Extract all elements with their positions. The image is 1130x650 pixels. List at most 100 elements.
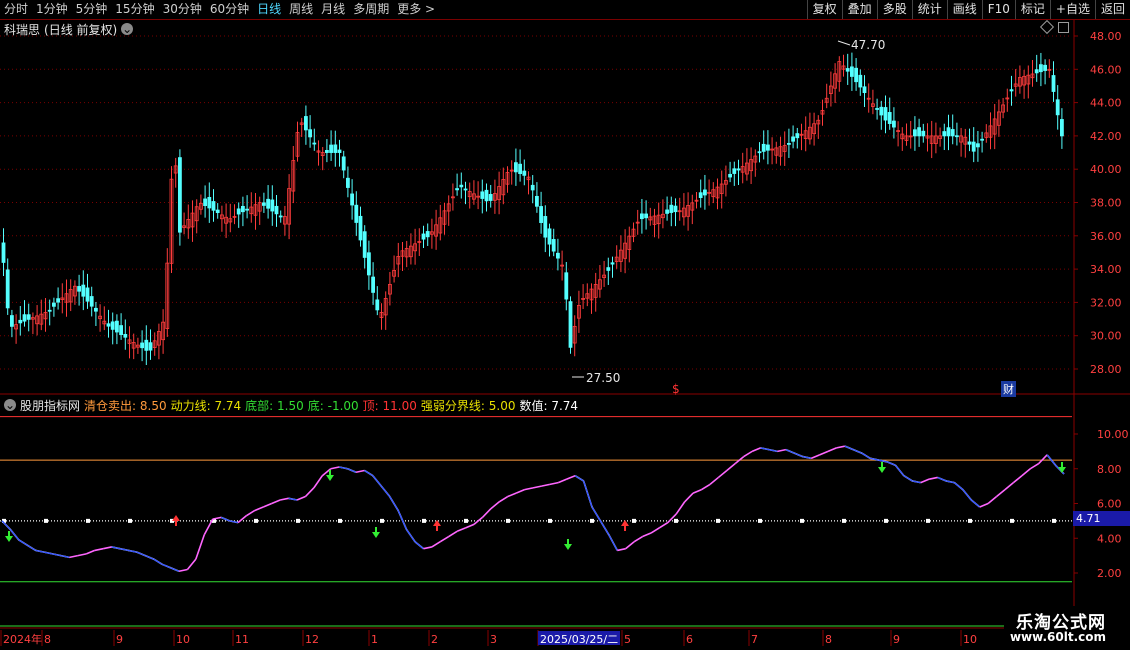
candle [308, 115, 313, 148]
finance-marker[interactable]: 财 [1001, 381, 1016, 397]
indicator-segment [692, 488, 702, 494]
candle [824, 83, 829, 109]
candle [803, 116, 808, 152]
candle [988, 112, 993, 150]
candle [404, 240, 409, 268]
threshold-dot [1052, 518, 1056, 523]
candle [362, 225, 367, 269]
candle [728, 161, 732, 183]
indicator-segment [549, 481, 559, 486]
threshold-dot [716, 518, 720, 523]
indicator-segment-down [128, 549, 137, 553]
candle [640, 198, 644, 234]
candle [261, 192, 266, 213]
indicator-segment-down [372, 475, 382, 487]
candle [198, 194, 203, 215]
candle [177, 149, 182, 246]
candle [152, 332, 157, 356]
candle [463, 181, 468, 205]
indicator-segment [271, 499, 281, 505]
candle [808, 112, 812, 145]
candle [484, 183, 489, 212]
candle [547, 223, 552, 257]
candle [509, 160, 514, 185]
candle [732, 161, 737, 186]
candle [89, 286, 94, 317]
indicator-segment-down [389, 496, 399, 511]
candle [774, 141, 779, 164]
indicator-segment-down [44, 551, 53, 555]
candle [694, 192, 699, 209]
indicator-segment [212, 516, 222, 520]
candle [471, 180, 476, 205]
candle [455, 173, 460, 196]
indicator-segment [439, 535, 450, 543]
threshold-dot [464, 518, 468, 523]
candle [761, 130, 766, 160]
candle [938, 127, 942, 147]
candle [73, 280, 77, 305]
indicator-segment [254, 506, 264, 512]
threshold-dot [380, 518, 384, 523]
candle [871, 89, 875, 115]
candle [47, 299, 52, 326]
candle [686, 192, 690, 231]
candle [408, 233, 413, 265]
candle [379, 303, 384, 330]
threshold-dot [548, 518, 552, 523]
candle [476, 181, 481, 210]
candle [921, 123, 926, 143]
indicator-segment [751, 447, 761, 453]
indicator-segment-down [339, 466, 348, 470]
indicator-segment [524, 487, 534, 491]
candle [135, 337, 140, 354]
candle [387, 271, 392, 306]
indicator-segment [178, 568, 188, 573]
candle [144, 325, 149, 366]
candle [992, 103, 997, 150]
indicator-segment [726, 462, 736, 472]
indicator-segment-down [170, 567, 180, 572]
candle [997, 99, 1001, 137]
threshold-dot [296, 518, 300, 523]
candle [60, 283, 65, 314]
candle [375, 286, 380, 316]
candle [837, 56, 842, 92]
threshold-dot [590, 518, 594, 523]
chart-canvas[interactable]: 48.0046.0044.0042.0040.0038.0036.0034.00… [0, 0, 1130, 650]
date-label-14: 9 [893, 633, 900, 646]
price-tick-2: 44.00 [1090, 97, 1122, 110]
candle [703, 174, 707, 210]
indicator-segment-down [574, 475, 584, 482]
candle [665, 196, 669, 221]
candle [115, 314, 119, 345]
indicator-segment [69, 554, 79, 559]
candle [64, 279, 69, 317]
threshold-dot [926, 518, 930, 523]
candle [303, 105, 308, 145]
date-label-10: 5 [624, 633, 631, 646]
indicator-segment [717, 469, 728, 479]
indicator-segment [617, 547, 626, 552]
candle [56, 287, 60, 310]
indicator-tick-3: 4.00 [1097, 532, 1122, 545]
sell-arrow-icon [1058, 462, 1066, 473]
candle [182, 212, 187, 235]
candle [190, 200, 195, 242]
candle [698, 179, 703, 208]
candle [602, 260, 606, 287]
candle [581, 284, 585, 309]
candle [854, 58, 858, 91]
indicator-segment-down [111, 546, 121, 550]
candle [892, 107, 896, 139]
candle [480, 179, 485, 214]
candle [169, 166, 174, 273]
candle [770, 137, 774, 165]
candle [249, 192, 254, 223]
candle [1039, 52, 1043, 87]
dollar-marker[interactable]: $ [672, 382, 680, 396]
price-tick-3: 42.00 [1090, 130, 1122, 143]
candle [240, 196, 245, 227]
candle [820, 99, 825, 126]
candle [631, 222, 636, 243]
